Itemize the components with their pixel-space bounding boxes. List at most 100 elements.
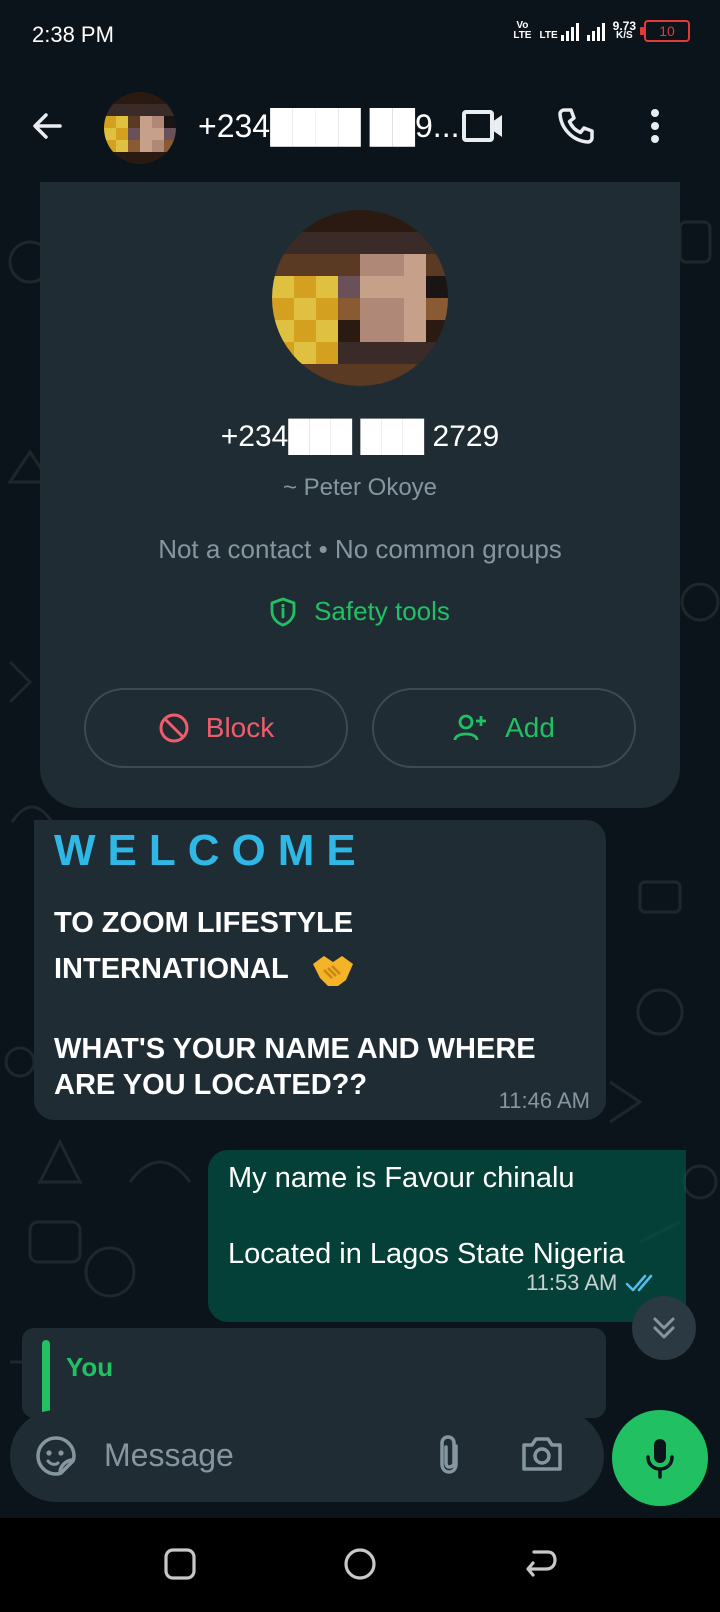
avatar-pixel bbox=[140, 152, 152, 164]
avatar-pixel bbox=[128, 104, 140, 116]
avatar-pixel bbox=[426, 232, 448, 254]
avatar-pixel bbox=[360, 210, 382, 232]
avatar-pixel bbox=[294, 342, 316, 364]
status-indicators: Vo LTE LTE 9.73 K/S 10 bbox=[513, 20, 690, 42]
avatar-pixel bbox=[316, 342, 338, 364]
avatar-pixel bbox=[104, 140, 116, 152]
avatar-pixel bbox=[152, 152, 164, 164]
avatar-pixel bbox=[104, 128, 116, 140]
contact-title[interactable]: +234████ ██9... bbox=[198, 108, 459, 145]
avatar-pixel bbox=[404, 210, 426, 232]
avatar-pixel bbox=[404, 320, 426, 342]
avatar-pixel bbox=[128, 152, 140, 164]
safety-tools-link[interactable]: Safety tools bbox=[40, 596, 680, 627]
avatar-pixel bbox=[338, 254, 360, 276]
avatar-pixel bbox=[360, 276, 382, 298]
avatar-pixel bbox=[360, 232, 382, 254]
phone-call-icon[interactable] bbox=[554, 104, 598, 148]
avatar-pixel bbox=[104, 152, 116, 164]
avatar-pixel bbox=[104, 116, 116, 128]
net-speed-unit: K/S bbox=[615, 30, 633, 41]
avatar-pixel bbox=[272, 364, 294, 386]
contact-profile-photo[interactable] bbox=[272, 210, 448, 386]
back-arrow-icon[interactable] bbox=[28, 106, 68, 146]
avatar-pixel bbox=[272, 320, 294, 342]
avatar-pixel bbox=[116, 104, 128, 116]
sticker-icon[interactable] bbox=[34, 1434, 78, 1478]
avatar-pixel bbox=[164, 152, 176, 164]
avatar-pixel bbox=[382, 232, 404, 254]
network-speed: 9.73 K/S bbox=[613, 20, 636, 41]
avatar-pixel bbox=[164, 128, 176, 140]
volte-indicator: Vo LTE bbox=[513, 21, 531, 41]
contact-phone: +234███ ███ 2729 bbox=[220, 420, 500, 453]
message-line: Located in Lagos State Nigeria bbox=[228, 1238, 625, 1270]
double-chevron-down-icon bbox=[653, 1317, 675, 1339]
more-options-icon[interactable] bbox=[640, 104, 670, 148]
avatar-pixel bbox=[404, 232, 426, 254]
read-receipt-icon bbox=[626, 1274, 653, 1292]
avatar-pixel bbox=[382, 210, 404, 232]
chat-header: +234████ ██9... bbox=[0, 72, 720, 182]
avatar-pixel bbox=[294, 210, 316, 232]
avatar-pixel bbox=[104, 92, 116, 104]
avatar-pixel bbox=[140, 128, 152, 140]
video-call-icon[interactable] bbox=[458, 104, 508, 148]
add-contact-button[interactable]: Add bbox=[372, 688, 636, 768]
message-composer bbox=[10, 1410, 604, 1502]
avatar-pixel bbox=[382, 342, 404, 364]
avatar-pixel bbox=[426, 254, 448, 276]
handshake-emoji-icon bbox=[313, 956, 354, 987]
contact-info-card: +234███ ███ 2729 ~ Peter Okoye Not a con… bbox=[40, 182, 680, 808]
back-nav-icon[interactable] bbox=[520, 1544, 560, 1584]
avatar-pixel bbox=[128, 92, 140, 104]
avatar-pixel bbox=[152, 92, 164, 104]
avatar-pixel bbox=[382, 320, 404, 342]
message-input[interactable] bbox=[104, 1430, 404, 1480]
chat-area[interactable]: +234███ ███ 2729 ~ Peter Okoye Not a con… bbox=[0, 182, 720, 1518]
avatar-pixel bbox=[164, 116, 176, 128]
avatar-pixel bbox=[294, 298, 316, 320]
avatar-pixel bbox=[272, 254, 294, 276]
avatar-pixel bbox=[152, 104, 164, 116]
avatar-pixel bbox=[140, 140, 152, 152]
home-icon[interactable] bbox=[340, 1544, 380, 1584]
avatar-pixel bbox=[140, 92, 152, 104]
avatar-pixel bbox=[316, 320, 338, 342]
avatar-pixel bbox=[152, 116, 164, 128]
attach-icon[interactable] bbox=[434, 1432, 464, 1478]
scroll-to-bottom-button[interactable] bbox=[632, 1296, 696, 1360]
avatar-pixel bbox=[140, 116, 152, 128]
block-button[interactable]: Block bbox=[84, 688, 348, 768]
avatar-pixel bbox=[338, 320, 360, 342]
avatar-pixel bbox=[164, 92, 176, 104]
welcome-heading: WELCOME bbox=[54, 826, 368, 875]
avatar-pixel bbox=[338, 276, 360, 298]
message-time: 11:53 AM bbox=[526, 1270, 618, 1295]
avatar-pixel bbox=[338, 210, 360, 232]
avatar-pixel bbox=[338, 342, 360, 364]
avatar-pixel bbox=[272, 298, 294, 320]
signal-icon-2 bbox=[586, 21, 605, 41]
battery-icon: 10 bbox=[640, 20, 690, 42]
shield-icon bbox=[270, 597, 296, 626]
avatar-pixel bbox=[338, 298, 360, 320]
contact-display-name: ~ Peter Okoye bbox=[282, 474, 438, 501]
incoming-message[interactable]: WELCOME TO ZOOM LIFESTYLE INTERNATIONAL … bbox=[34, 820, 606, 1120]
avatar-pixel bbox=[404, 342, 426, 364]
block-icon bbox=[159, 713, 189, 743]
avatar-pixel bbox=[294, 320, 316, 342]
recent-apps-icon[interactable] bbox=[160, 1544, 200, 1584]
avatar-pixel bbox=[272, 210, 294, 232]
quoted-sender: You bbox=[66, 1352, 114, 1382]
camera-icon[interactable] bbox=[520, 1434, 564, 1474]
message-time-row: 11:53 AM bbox=[526, 1270, 659, 1296]
voice-message-button[interactable] bbox=[612, 1410, 708, 1506]
quoted-message-preview[interactable]: You bbox=[22, 1328, 606, 1418]
status-bar: 2:38 PM Vo LTE LTE 9.73 K/S 10 bbox=[0, 0, 720, 72]
avatar-pixel bbox=[360, 320, 382, 342]
avatar-pixel bbox=[104, 104, 116, 116]
avatar[interactable] bbox=[104, 92, 176, 164]
avatar-pixel bbox=[116, 116, 128, 128]
avatar-pixel bbox=[382, 364, 404, 386]
